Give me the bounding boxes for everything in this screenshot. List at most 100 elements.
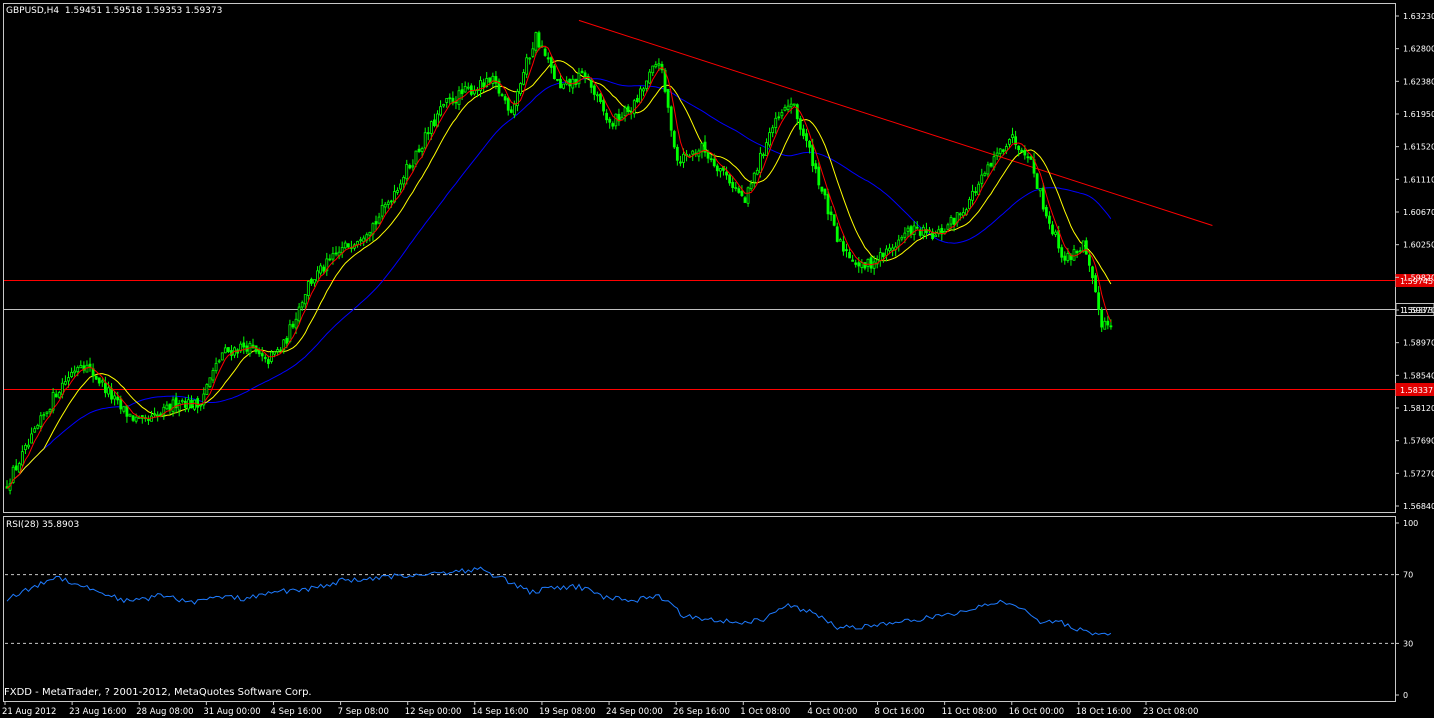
candle-body (580, 70, 584, 74)
candle-body (208, 377, 212, 387)
candle-body (1066, 253, 1070, 261)
candle-body (220, 352, 224, 361)
candle-body (362, 237, 366, 242)
time-tick-label: 21 Aug 2012 (2, 707, 56, 717)
candle-body (961, 212, 965, 217)
candle-body (599, 93, 602, 102)
candle-body (42, 414, 46, 417)
candle-body (180, 400, 184, 403)
candle-body (1094, 275, 1097, 293)
candle-body (48, 408, 52, 413)
candle-body (682, 153, 685, 163)
price-tick-label: 1.61110 (1403, 175, 1434, 184)
chart-title: GBPUSD,H4 1.59451 1.59518 1.59353 1.5937… (6, 6, 222, 16)
candle-body (20, 451, 24, 466)
candle-body (795, 104, 799, 120)
candle-body (857, 262, 861, 267)
candle-body (568, 78, 572, 87)
candle-body (986, 164, 990, 175)
price-tick-label: 1.61520 (1403, 143, 1434, 152)
candle-body (743, 197, 747, 203)
candle-body (537, 32, 541, 48)
candle-body (153, 413, 157, 416)
candle-body (758, 152, 762, 173)
candle-body (608, 118, 612, 123)
candle-body (774, 117, 778, 128)
rsi-tick-label: 100 (1403, 519, 1418, 528)
copyright-text: FXDD - MetaTrader, ? 2001-2012, MetaQuot… (4, 687, 312, 698)
time-tick-label: 31 Aug 00:00 (203, 707, 260, 717)
candle-body (70, 372, 73, 378)
candle-body (482, 82, 486, 88)
price-tick-label: 1.57690 (1403, 437, 1434, 446)
candle-body (417, 148, 421, 152)
chart-canvas: 1.597451.593731.58337 1.632301.628001.62… (0, 0, 1434, 718)
candle-body (777, 116, 781, 119)
candle-body (199, 404, 203, 407)
candle-body (285, 337, 289, 344)
candle-body (288, 324, 292, 342)
candle-body (429, 121, 433, 134)
candle-body (556, 78, 559, 81)
candle-body (805, 133, 808, 141)
candle-body (45, 411, 49, 414)
candle-body (205, 384, 209, 395)
candle-body (903, 232, 907, 238)
candle-body (768, 132, 771, 146)
candle-body (949, 217, 953, 225)
candle-body (356, 241, 359, 246)
candle-body (734, 187, 738, 190)
candle-body (983, 172, 987, 176)
candle-body (54, 393, 58, 398)
candle-body (1078, 250, 1082, 253)
price-tick-label: 1.62380 (1403, 77, 1434, 86)
candle-body (783, 106, 787, 111)
candle-body (94, 375, 98, 380)
rsi-tick-label: 70 (1403, 571, 1413, 580)
candle-body (36, 425, 40, 429)
candle-body (506, 97, 510, 111)
candle-body (1048, 215, 1051, 224)
candle-body (279, 349, 283, 352)
candle-body (912, 225, 916, 235)
candle-body (974, 191, 978, 193)
candle-body (998, 148, 1002, 154)
candle-body (196, 398, 200, 408)
candle-body (885, 248, 888, 256)
candle-body (512, 103, 516, 116)
candle-body (340, 247, 344, 254)
candle-body (405, 163, 409, 180)
candle-body (346, 243, 350, 248)
price-tick-label: 1.59820 (1403, 273, 1434, 282)
candle-body (177, 402, 181, 411)
candle-body (1106, 320, 1110, 326)
time-tick-label: 23 Aug 16:00 (69, 707, 126, 717)
candle-body (445, 98, 449, 103)
candle-body (921, 226, 925, 236)
candle-body (1001, 149, 1005, 152)
candle-body (57, 391, 61, 398)
candle-body (771, 127, 775, 134)
time-tick-label: 23 Oct 08:00 (1143, 707, 1198, 717)
candle-body (168, 403, 172, 411)
candle-body (715, 165, 719, 172)
candle-body (1023, 149, 1027, 156)
candle-body (73, 370, 77, 374)
candle-body (67, 377, 70, 382)
time-tick-label: 4 Oct 00:00 (807, 707, 857, 717)
price-tick-label: 1.58540 (1403, 371, 1434, 380)
candle-body (691, 150, 695, 155)
candle-body (666, 88, 670, 108)
candle-body (316, 270, 319, 282)
candle-body (934, 234, 938, 238)
candle-body (131, 415, 135, 421)
candle-body (577, 72, 581, 85)
candle-body (300, 302, 304, 308)
candle-body (466, 86, 470, 89)
candle-body (786, 105, 790, 110)
candle-body (780, 112, 784, 117)
candle-body (1084, 240, 1088, 255)
candle-body (891, 247, 894, 251)
price-tick-label: 1.60670 (1403, 208, 1434, 217)
candle-body (156, 414, 160, 417)
